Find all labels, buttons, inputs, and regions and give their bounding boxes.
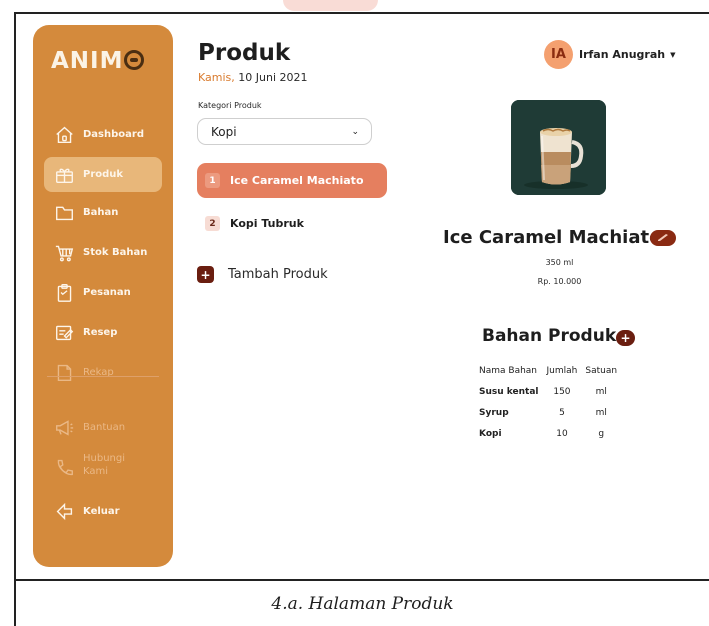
ingredient-unit: ml: [595, 408, 607, 418]
sidebar-item-label: Produk: [83, 169, 124, 180]
recipe-icon: [54, 323, 75, 342]
figure-caption: 4.a. Halaman Produk: [271, 594, 454, 614]
product-number: 2: [205, 216, 220, 231]
date-day: Kamis,: [198, 71, 235, 84]
sidebar-divider: [47, 376, 159, 377]
sidebar-item-keluar[interactable]: Keluar: [44, 494, 162, 529]
clipboard-icon: [54, 283, 75, 302]
ingredient-name: Susu kental: [479, 387, 539, 397]
caret-down-icon: ▼: [670, 50, 676, 59]
product-detail-name: Ice Caramel Machiato: [443, 227, 662, 248]
sidebar-item-label: Resep: [83, 327, 118, 338]
table-row: Kopi 10 g: [477, 429, 621, 450]
user-menu[interactable]: IA Irfan Anugrah ▼: [544, 40, 676, 69]
ingredient-name: Kopi: [479, 429, 502, 439]
logo-mark-icon: [123, 50, 144, 70]
edit-product-button[interactable]: [650, 230, 676, 246]
app-logo[interactable]: ANIM: [51, 48, 144, 74]
folder-icon: [54, 203, 75, 222]
chevron-down-icon: ⌄: [351, 126, 359, 137]
logout-icon: [54, 502, 75, 521]
product-name: Ice Caramel Machiato: [230, 174, 364, 187]
product-detail-price: Rp. 10.000: [537, 277, 582, 286]
ingredients-title: Bahan Produk: [482, 326, 617, 346]
avatar: IA: [544, 40, 573, 69]
sidebar-item-resep[interactable]: Resep: [44, 315, 162, 350]
sidebar-item-bantuan[interactable]: Bantuan: [44, 410, 162, 445]
ingredient-name: Syrup: [479, 408, 509, 418]
coffee-cup-image: [511, 100, 606, 195]
document-icon: [54, 363, 75, 382]
cart-icon: [54, 243, 75, 262]
figure-divider: [16, 579, 709, 581]
product-item-ice-caramel-machiato[interactable]: 1 Ice Caramel Machiato: [197, 163, 387, 198]
add-ingredient-button[interactable]: +: [616, 330, 635, 346]
ingredients-table: Nama Bahan Jumlah Satuan Susu kental 150…: [477, 366, 621, 450]
sidebar-item-pesanan[interactable]: Pesanan: [44, 275, 162, 310]
sidebar-item-rekap[interactable]: Rekap: [44, 355, 162, 390]
pencil-icon: [658, 234, 668, 241]
sidebar-item-label: Bantuan: [83, 422, 126, 433]
column-header: Nama Bahan: [479, 366, 538, 376]
ingredient-amount: 5: [559, 408, 565, 418]
sidebar-item-label: Hubungi Kami: [83, 453, 126, 477]
sidebar-item-produk[interactable]: Produk: [44, 157, 162, 192]
ingredient-unit: g: [598, 429, 605, 439]
sidebar-item-dashboard[interactable]: Dashboard: [44, 117, 162, 152]
table-header-row: Nama Bahan Jumlah Satuan: [477, 366, 621, 387]
category-select[interactable]: Kopi ⌄: [197, 118, 372, 145]
date-rest: 10 Juni 2021: [234, 71, 308, 84]
add-product-label: Tambah Produk: [228, 267, 328, 282]
sidebar-item-hubungi-kami[interactable]: Hubungi Kami: [44, 446, 162, 488]
product-item-kopi-tubruk[interactable]: 2 Kopi Tubruk: [197, 206, 387, 241]
plus-icon: +: [197, 266, 214, 283]
sidebar-item-label: Bahan: [83, 207, 119, 218]
ingredient-amount: 10: [556, 429, 568, 439]
top-tab-decoration: [283, 0, 378, 11]
sidebar: ANIM Dashboard Produk Bahan Stok Bahan P…: [33, 25, 173, 567]
product-number: 1: [205, 173, 220, 188]
plus-icon: +: [620, 331, 631, 345]
ingredient-unit: ml: [595, 387, 607, 397]
table-row: Susu kental 150 ml: [477, 387, 621, 408]
add-product-button[interactable]: + Tambah Produk: [197, 266, 328, 283]
category-label: Kategori Produk: [198, 101, 262, 110]
table-row: Syrup 5 ml: [477, 408, 621, 429]
home-icon: [54, 125, 75, 144]
logo-text: ANIM: [51, 48, 124, 74]
sidebar-item-label: Keluar: [83, 506, 120, 517]
date-line: Kamis, 10 Juni 2021: [198, 71, 308, 84]
column-header: Jumlah: [546, 366, 578, 376]
gift-icon: [54, 165, 75, 184]
sidebar-item-label: Dashboard: [83, 129, 144, 140]
megaphone-icon: [54, 418, 75, 437]
phone-icon: [54, 458, 75, 477]
category-selected-value: Kopi: [211, 124, 237, 139]
ingredient-amount: 150: [553, 387, 571, 397]
sidebar-item-bahan[interactable]: Bahan: [44, 195, 162, 230]
product-name: Kopi Tubruk: [230, 217, 304, 230]
sidebar-item-label: Pesanan: [83, 287, 131, 298]
page-title: Produk: [198, 40, 291, 66]
sidebar-item-stok-bahan[interactable]: Stok Bahan: [44, 235, 162, 270]
user-name: Irfan Anugrah: [579, 48, 666, 61]
sidebar-item-label: Stok Bahan: [83, 247, 148, 258]
product-image: [511, 100, 606, 195]
column-header: Satuan: [585, 366, 618, 376]
product-detail-size: 350 ml: [545, 258, 574, 267]
